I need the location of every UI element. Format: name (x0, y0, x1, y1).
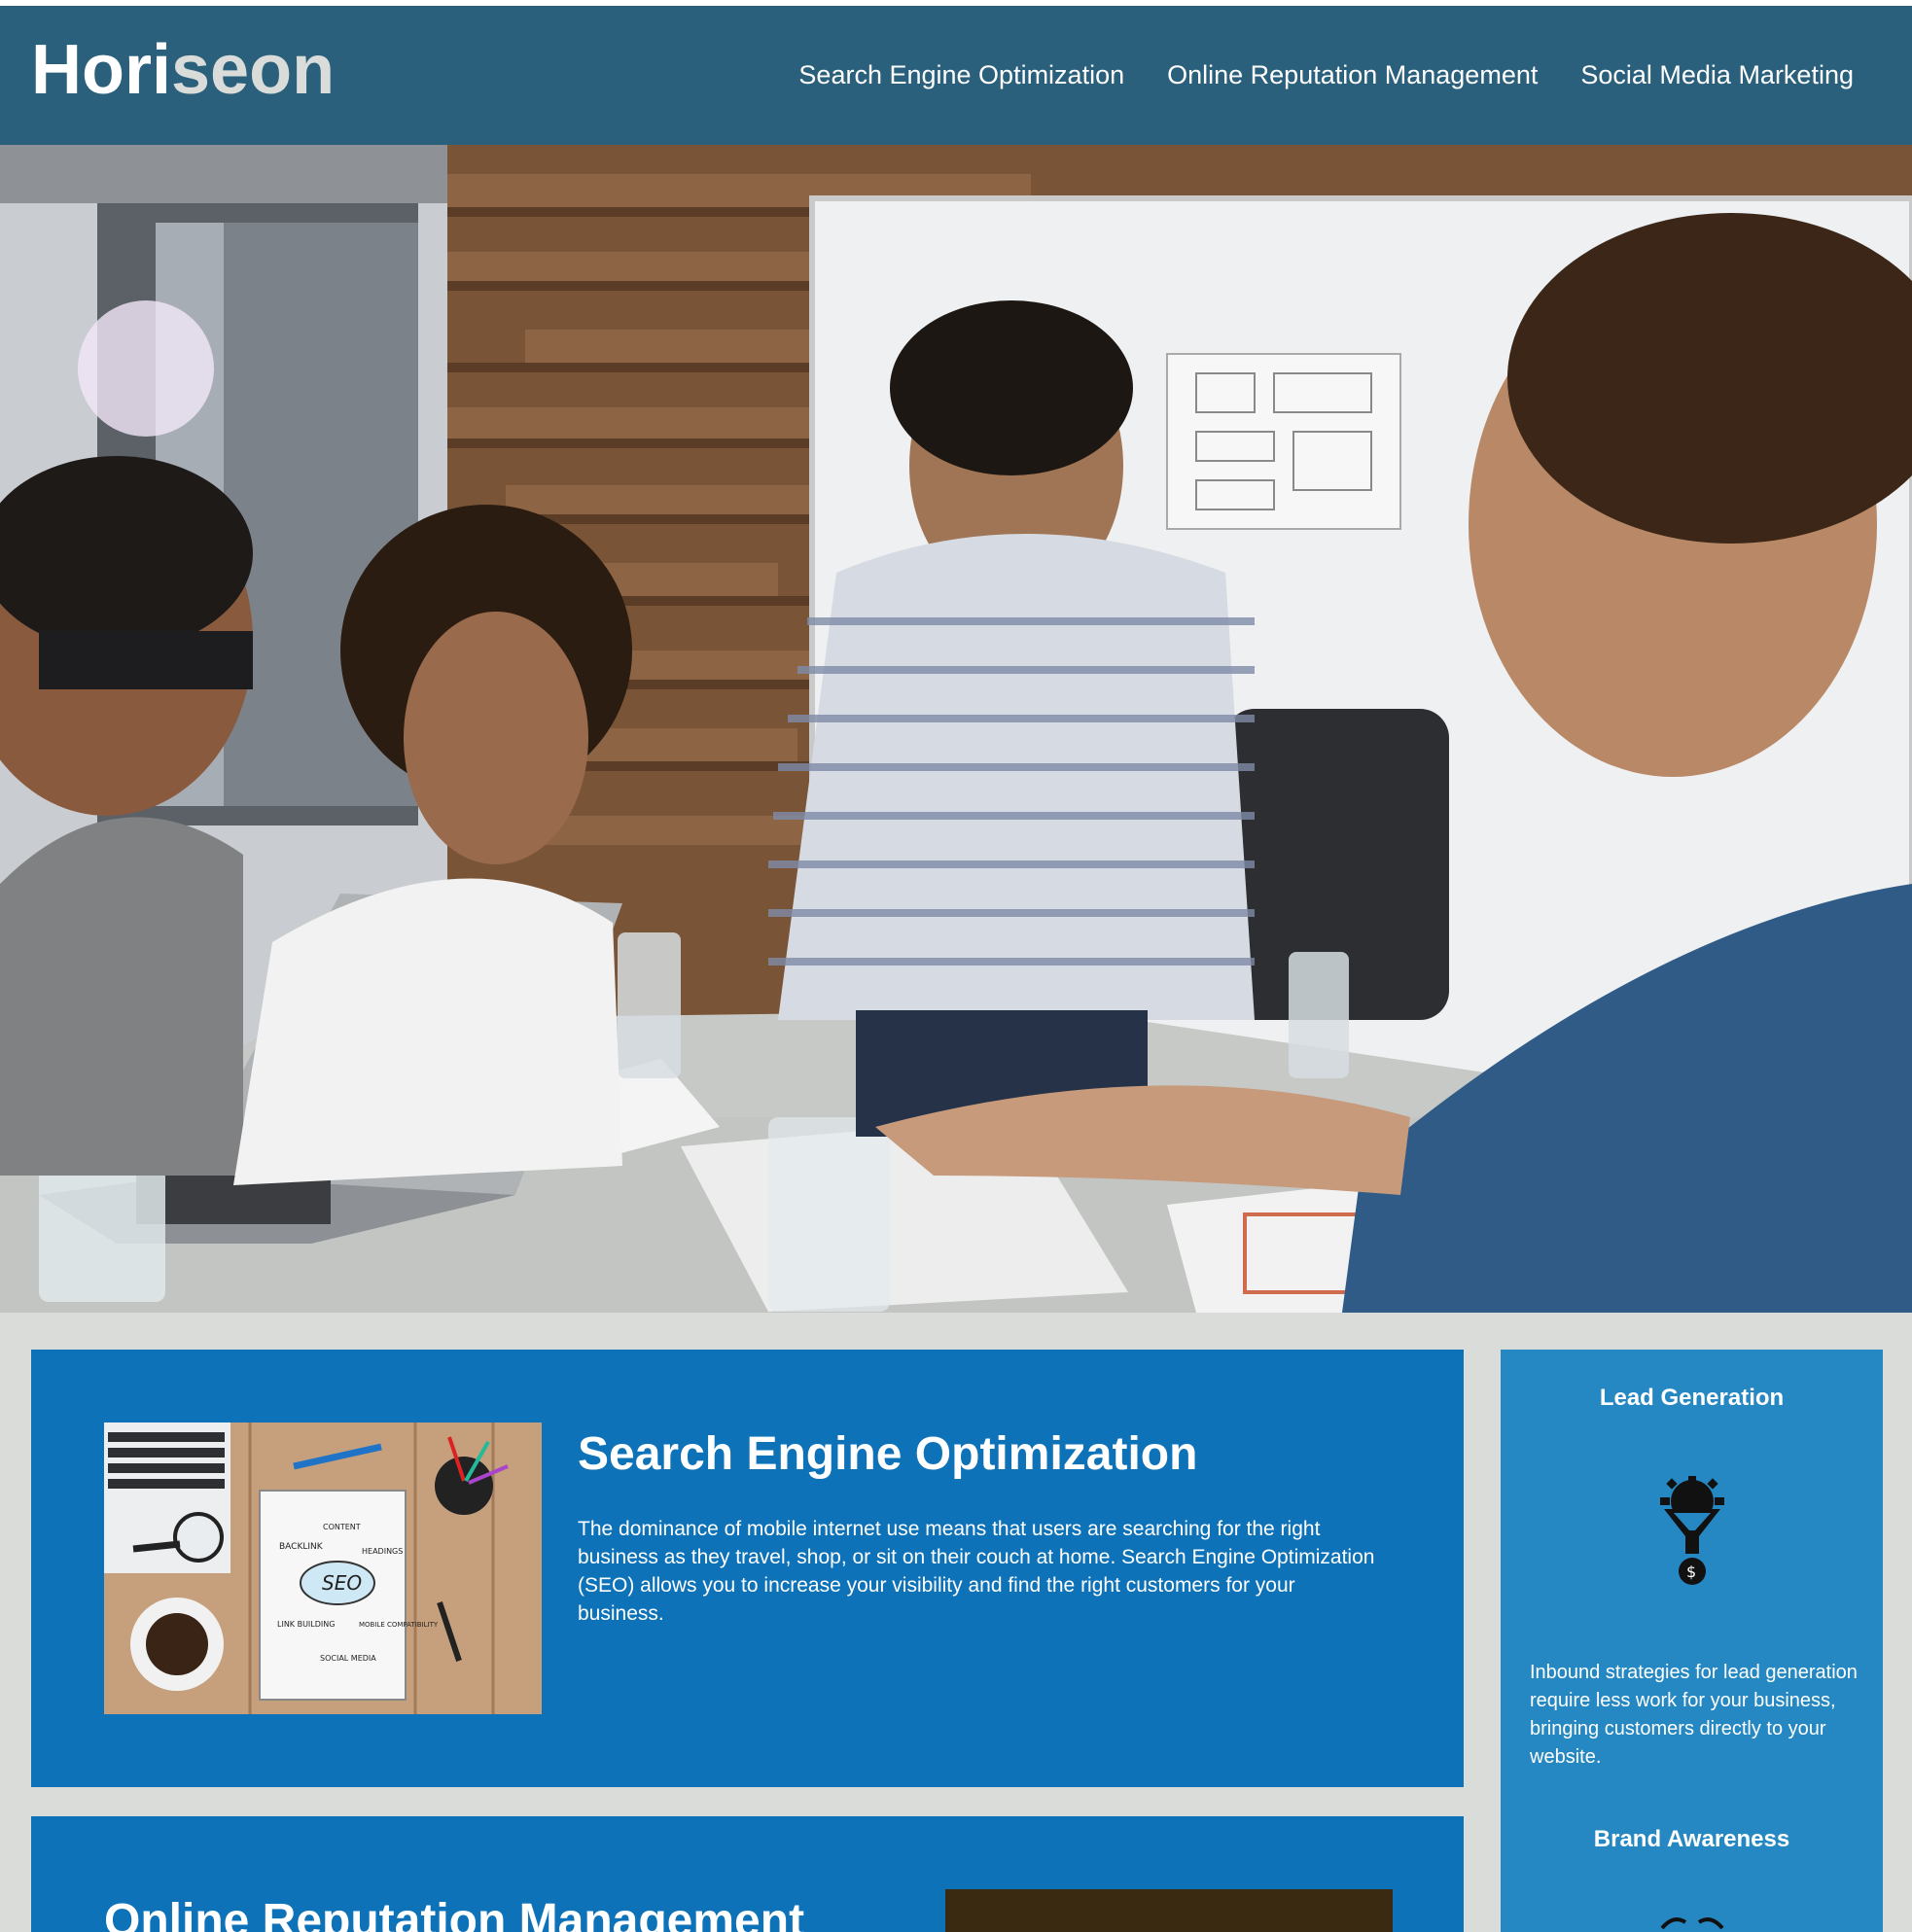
label-content: CONTENT (323, 1523, 361, 1531)
seo-card-body: The dominance of mobile internet use mea… (578, 1518, 1375, 1625)
hero-image (0, 145, 1912, 1313)
site-header: Horiseon Search Engine Optimization Onli… (0, 6, 1912, 145)
brand-awareness-icon (1660, 1917, 1724, 1930)
nav-link-smm[interactable]: Social Media Marketing (1580, 60, 1854, 90)
logo-part-seon: seon (171, 31, 336, 109)
label-link-building: LINK BUILDING (277, 1620, 335, 1629)
orm-illustration (945, 1889, 1393, 1932)
logo-part-hori: Hori (31, 31, 171, 109)
seo-card-title: Search Engine Optimization (578, 1428, 1198, 1480)
nav-link-orm[interactable]: Online Reputation Management (1167, 60, 1538, 90)
label-mobile: MOBILE COMPATIBILITY (359, 1621, 439, 1629)
seo-illustration: SEO BACKLINK CONTENT HEADINGS LINK BUILD… (104, 1423, 542, 1714)
orm-card-title: Online Reputation Management (104, 1895, 805, 1932)
main-nav: Search Engine Optimization Online Reputa… (798, 60, 1854, 90)
nav-link-seo[interactable]: Search Engine Optimization (798, 60, 1124, 90)
label-social-media: SOCIAL MEDIA (320, 1654, 376, 1663)
lead-generation-body: Inbound strategies for lead generation r… (1530, 1662, 1858, 1768)
label-backlink: BACKLINK (279, 1542, 324, 1552)
brand-awareness-title: Brand Awareness (1593, 1826, 1790, 1852)
lead-funnel-icon: $ (1660, 1476, 1724, 1585)
sidebar-benefits: Lead Generation $ Inbound strategies for… (1501, 1350, 1883, 1932)
lead-generation-title: Lead Generation (1599, 1385, 1785, 1411)
seo-card: SEO BACKLINK CONTENT HEADINGS LINK BUILD… (31, 1350, 1464, 1787)
team-meeting-photo (0, 145, 1912, 1313)
orm-card: Online Reputation Management (31, 1816, 1464, 1932)
seo-word: SEO (322, 1571, 362, 1595)
site-logo[interactable]: Horiseon (31, 35, 335, 105)
svg-text:$: $ (1686, 1563, 1696, 1581)
label-headings: HEADINGS (362, 1547, 403, 1556)
